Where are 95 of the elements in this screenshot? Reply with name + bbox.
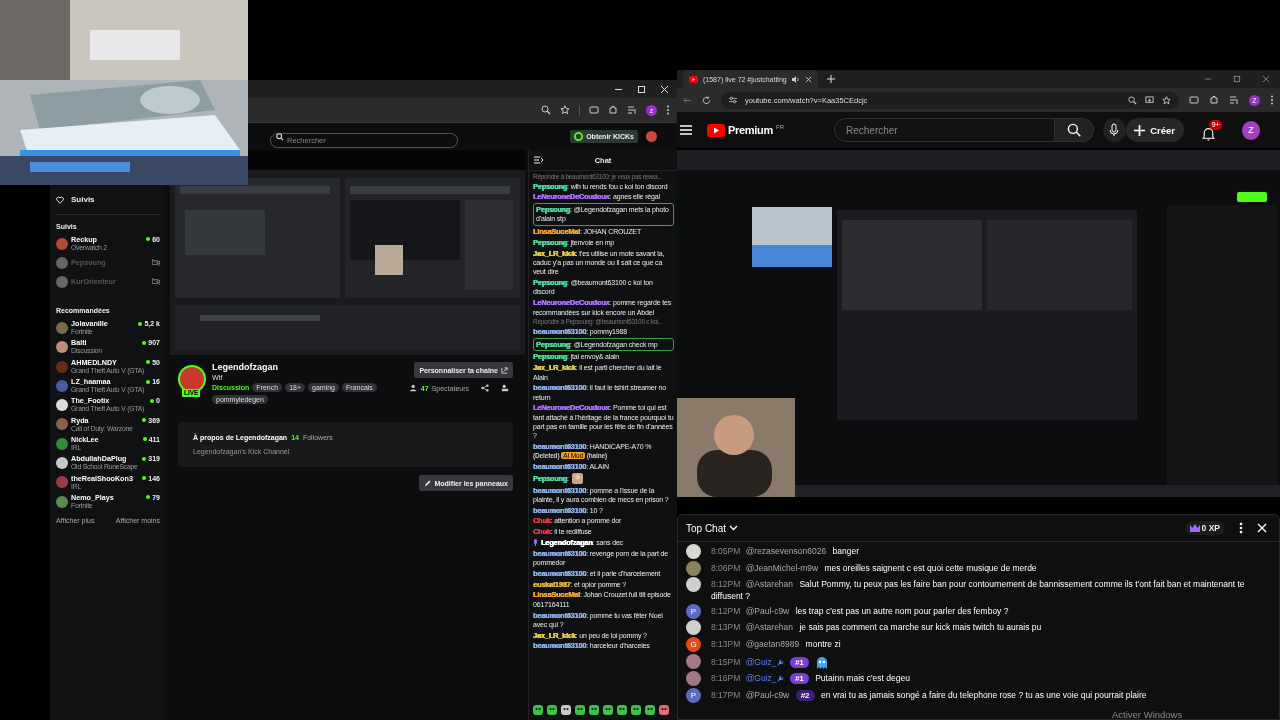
- emote-icon[interactable]: [603, 705, 613, 715]
- create-button[interactable]: Créer: [1126, 118, 1184, 142]
- avatar: [56, 360, 68, 373]
- avatar: [56, 321, 68, 334]
- avatar: [56, 476, 68, 489]
- install-icon[interactable]: [1145, 95, 1154, 105]
- chat-mode-dropdown[interactable]: Top Chat: [686, 522, 739, 534]
- chat-message: 8:15PM @Guiz_ #1: [711, 653, 830, 670]
- avatar: [56, 256, 68, 269]
- avatar: [56, 275, 68, 288]
- back-icon[interactable]: [683, 95, 692, 105]
- activation-notice: Activer Windows: [1112, 709, 1183, 720]
- avatar: G: [686, 636, 701, 652]
- avatar: P: [686, 603, 701, 619]
- reload-icon[interactable]: [702, 95, 711, 105]
- chevron-down-icon: [729, 525, 739, 531]
- emote-icon[interactable]: [589, 705, 599, 715]
- star-icon[interactable]: [560, 105, 570, 115]
- zoom-icon[interactable]: [1128, 95, 1137, 105]
- avatar: [686, 671, 701, 687]
- avatar: [56, 379, 68, 392]
- chat-message: 8:16PM @Guiz_ #1 Putainn mais c'est degeu: [711, 672, 910, 685]
- emote-icon[interactable]: [575, 705, 585, 715]
- emote-icon[interactable]: [645, 705, 655, 715]
- extension-icon[interactable]: [1189, 95, 1199, 105]
- emote-icon[interactable]: [547, 705, 557, 715]
- wrench-icon: [776, 659, 784, 667]
- external-link-icon: [501, 366, 508, 374]
- wrench-icon: [776, 675, 784, 683]
- site-settings-icon: [729, 96, 737, 104]
- youtube-icon: [689, 75, 698, 83]
- avatar: [56, 418, 68, 431]
- bell-icon: [1202, 126, 1215, 141]
- chat-message: 8:13PM @gaetan8989 montre zi: [711, 637, 841, 651]
- chat-message: 8:17PM @Paul-c9w #2 en vrai tu as jamais songé a faire du telephone rose ? tu as une voie qui pourrait plaire: [711, 688, 1147, 702]
- following-nav-item[interactable]: Suivis: [56, 193, 160, 206]
- crown-icon: [1189, 524, 1200, 532]
- heart-icon: [56, 195, 64, 204]
- search-icon: [276, 132, 284, 141]
- avatar: [686, 544, 701, 559]
- collapse-icon[interactable]: [534, 156, 543, 164]
- user-settings-icon[interactable]: [501, 384, 509, 392]
- more-icon[interactable]: [1270, 95, 1274, 105]
- search-button[interactable]: [1055, 118, 1094, 142]
- offline-icon: [152, 259, 160, 267]
- pencil-icon: [424, 479, 432, 487]
- channel-name: Legendofzagan: [212, 362, 279, 372]
- avatar: [56, 495, 68, 508]
- avatar: [56, 457, 68, 469]
- microphone-icon: [533, 539, 538, 547]
- emote-icon[interactable]: [631, 705, 641, 715]
- chat-message: 8:06PM @JeanMichel-m9w mes oreilles saignent c est quoi cette musique de merde: [711, 561, 1037, 575]
- emote-icon[interactable]: [561, 705, 571, 715]
- more-icon[interactable]: [666, 105, 670, 115]
- chat-message: 8:12PM @Paul-c9w les trap c'est pas un autre nom pour parler des femboy ?: [711, 604, 1009, 618]
- share-icon[interactable]: [481, 384, 489, 392]
- avatar: [686, 577, 701, 593]
- avatar: [686, 620, 701, 636]
- chat-message: 8:13PM @Astarehan je sais pas comment ca marche sur kick mais twitch tu aurais pu: [711, 621, 1042, 634]
- offline-icon: [152, 278, 160, 286]
- sticker-icon: [815, 655, 830, 670]
- viewers-icon: [409, 384, 418, 392]
- avatar: P: [686, 687, 701, 703]
- avatar[interactable]: Z: [1242, 120, 1260, 140]
- emote-icon[interactable]: [659, 705, 669, 715]
- media-control-icon[interactable]: [1229, 95, 1239, 105]
- avatar: [686, 653, 701, 669]
- youtube-logo[interactable]: Premium $^{FR}$: [707, 123, 784, 137]
- youtube-icon: [707, 123, 725, 137]
- zoom-icon[interactable]: [541, 105, 551, 115]
- emote-icon[interactable]: [617, 705, 627, 715]
- menu-icon[interactable]: [680, 125, 692, 135]
- microphone-icon: [1109, 123, 1120, 137]
- coin-icon: [574, 132, 584, 141]
- emote-icon: [571, 473, 583, 484]
- avatar: [56, 237, 68, 250]
- chat-message: 8:05PM @rezasevenson6026 banger: [711, 545, 859, 558]
- star-icon[interactable]: [1162, 95, 1171, 105]
- media-control-icon[interactable]: [627, 105, 637, 115]
- avatar: [56, 341, 68, 354]
- emote-icon[interactable]: [533, 705, 543, 715]
- more-icon[interactable]: [1239, 522, 1243, 534]
- extension-icon[interactable]: [589, 105, 599, 115]
- search-icon: [1067, 123, 1081, 137]
- microphone-button[interactable]: [1102, 118, 1127, 142]
- search-field[interactable]: Rechercher: [834, 118, 1056, 142]
- avatar: [56, 399, 68, 412]
- new-tab-icon[interactable]: [826, 75, 835, 83]
- chat-message: 8:12PM @Astarehan Salut Pommy, tu peux pas les faire ban pour contournement de bannissement comme ils t'ont fait ban et maintenant te diffusent ?: [711, 578, 1246, 603]
- avatar: [56, 437, 68, 450]
- user-avatar[interactable]: [646, 131, 657, 142]
- xp-badge[interactable]: 0 XP: [1184, 521, 1225, 535]
- speaker-icon[interactable]: [791, 75, 800, 83]
- plus-icon: [1134, 124, 1146, 136]
- avatar: [686, 560, 701, 576]
